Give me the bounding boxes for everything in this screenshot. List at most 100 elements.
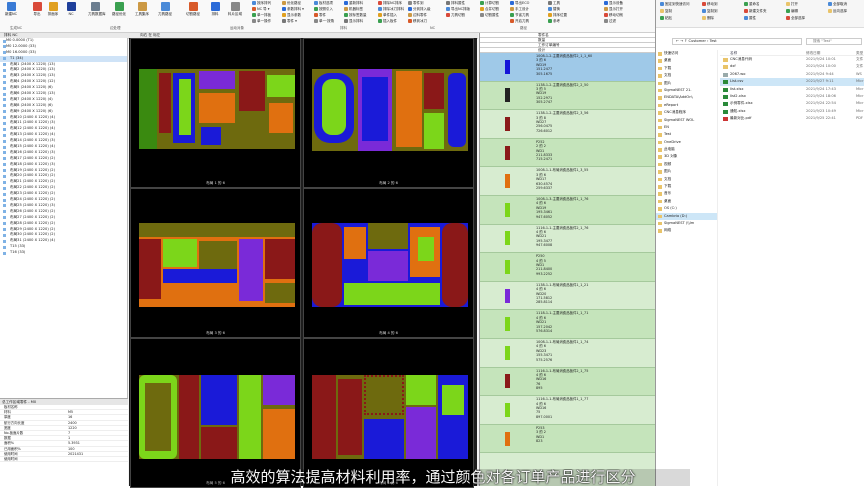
col-date[interactable]: 修改日期	[806, 50, 856, 55]
layout-cell-5[interactable]: 布局 5 的 6	[130, 338, 301, 488]
property-value[interactable]: 1220	[64, 426, 128, 430]
path-optimize-button[interactable]: 路径优化	[112, 2, 126, 20]
rib-small-28[interactable]: 合并切割	[480, 7, 499, 11]
explorer-ribbon-item[interactable]: 全部选择	[786, 16, 805, 20]
rib-small-29[interactable]: 切割属性	[480, 13, 499, 17]
rib-small-4[interactable]: 优化路径	[282, 1, 301, 5]
nav-item[interactable]: 3D 对象	[656, 153, 717, 160]
nav-item[interactable]: 音乐	[656, 190, 717, 197]
part-list-item[interactable]: P250 4 的 5 WD1 211.8400 993.2252	[480, 253, 655, 282]
layout-cell-1[interactable]: 布局 1 的 6	[130, 38, 301, 188]
part-list-item[interactable]: 1138-1-1-布局消费品板件1_1_21 4 的 6 WD20 171.5812 2…	[480, 282, 655, 311]
nav-item[interactable]: 文档	[656, 176, 717, 183]
part-list-item[interactable]: 1138-1-2-主要消费品板件2_3_56 3 的 8 WD27 256.0475 7…	[480, 110, 655, 139]
col-type[interactable]: 类型	[856, 50, 864, 55]
rib-small-18[interactable]: 单件插入	[378, 13, 397, 17]
file-list[interactable]: 名称 修改日期 类型 CNC消息代码 2021/9/24 10:01 文件 dxf 20…	[720, 50, 864, 170]
rib-small-6[interactable]: 显示参数	[282, 13, 301, 17]
rib-small-27[interactable]: 计算切割	[480, 1, 499, 5]
layout-cell-3[interactable]: 布局 3 的 6	[130, 188, 301, 338]
rib-small-20[interactable]: 零件到	[408, 1, 424, 5]
rib-small-24[interactable]: 排料属性	[446, 1, 465, 5]
property-value[interactable]: 16	[64, 415, 128, 419]
file-row[interactable]: 示例零件.xlsx 2021/9/24 22:54 Micr	[720, 100, 864, 107]
nav-item[interactable]: SigmaNEST WOL	[656, 117, 717, 124]
explorer-ribbon-item[interactable]: 属性	[744, 16, 756, 20]
rib-small-35[interactable]: 替换	[548, 7, 560, 11]
rib-small-0[interactable]: 按序排列	[252, 1, 271, 5]
rib-small-40[interactable]: 移动切削	[604, 13, 623, 17]
rib-small-10[interactable]: 零件	[314, 13, 326, 17]
cut-path-button[interactable]: 切割路径	[186, 2, 200, 20]
rib-small-21[interactable]: 分到排入级	[408, 7, 431, 11]
new-nc-button[interactable]: 新建NC	[4, 2, 18, 20]
region-button[interactable]: 料片区域	[228, 2, 242, 20]
explorer-ribbon-item[interactable]: 新建文件夹	[744, 9, 767, 13]
explorer-ribbon-item[interactable]: 复制	[660, 9, 672, 13]
rib-small-9[interactable]: 按照引入	[314, 7, 333, 11]
rib-small-22[interactable]: 边料零件	[408, 13, 427, 17]
rib-small-1[interactable]: NC 导 ▾	[252, 7, 270, 11]
nav-item[interactable]: 快速访问	[656, 50, 717, 57]
part-list-item[interactable]: P252 2 的 2 WD1 211.8333 715.2471	[480, 138, 655, 168]
parts-list[interactable]: 零件名 数量 工作订单编号 设计 1008-1-2-主要消费品板件2_1_1_6…	[479, 33, 655, 486]
layout-cell-4[interactable]: 布局 4 的 6	[303, 188, 474, 338]
part-list-item[interactable]: 1116-1-1-布局消费品板件2_1_75 4 的 6 WD16 76 895	[480, 367, 655, 397]
file-row[interactable]: 通知.xlsx 2021/9/23 10:49 Micr	[720, 108, 864, 115]
rib-small-25[interactable]: 导出NC排版	[446, 7, 470, 11]
nav-item[interactable]: 视频	[656, 161, 717, 168]
part-list-item[interactable]: 1008-1-2-主要消费品板件2_1_1_60 3 的 6 WD19 151.247…	[480, 53, 655, 82]
search-box[interactable]: 搜索 "Test"	[806, 38, 862, 45]
tool-set-button[interactable]: 工具集序	[135, 2, 149, 20]
property-value[interactable]	[64, 457, 128, 461]
property-value[interactable]: 2021431	[64, 452, 128, 456]
file-row[interactable]: list2.xlsx 2021/9/24 18:06 Micr	[720, 93, 864, 100]
nav-item[interactable]: OneDrive	[656, 139, 717, 146]
explorer-ribbon-item[interactable]: 重命名	[744, 2, 760, 6]
nav-item[interactable]: EN	[656, 124, 717, 131]
nav-item[interactable]: SigmaNEST 21.	[656, 87, 717, 94]
property-value[interactable]: 1	[64, 436, 128, 440]
rib-small-30[interactable]: 导出ECO	[510, 1, 529, 5]
property-value[interactable]: 2400	[64, 421, 128, 425]
rib-small-16[interactable]: 排除NC排序	[378, 1, 402, 5]
nav-item[interactable]: 此电脑	[656, 146, 717, 153]
file-row[interactable]: 2067.wo 2021/9/24 9:44 WS	[720, 71, 864, 78]
part-list-item[interactable]: P253 3 的 2 WD1 823	[480, 424, 655, 454]
col-name[interactable]: 名称	[720, 50, 806, 55]
part-list-item[interactable]: 1116-1-1-布局消费品板件1_1_77 4 的 6 WD16 75 897.000…	[480, 396, 655, 425]
rib-small-12[interactable]: 重新排料	[344, 1, 363, 5]
nav-item[interactable]: eReport	[656, 102, 717, 109]
rib-small-11[interactable]: 单一·按角	[314, 19, 334, 23]
navigation-pane[interactable]: 快速访问 桌面 下载 文档 图片 SigmaNEST 21. ENDATA\AddOn\ eR…	[656, 50, 718, 486]
layout-cell-2[interactable]: 布局 2 的 6	[303, 38, 474, 188]
nesting-button[interactable]: 排料	[208, 2, 222, 20]
file-row[interactable]: dxf 2021/9/24 10:00 文件	[720, 63, 864, 70]
explorer-ribbon-item[interactable]: 粘贴	[660, 16, 672, 20]
rib-small-26[interactable]: 刀具切割	[446, 13, 465, 17]
file-row[interactable]: CNC消息代码 2021/9/24 10:01 文件	[720, 56, 864, 63]
nav-item[interactable]: 图片	[656, 168, 717, 175]
explorer-ribbon-item[interactable]: 全部取消	[828, 2, 847, 6]
address-bar[interactable]: ← → ↑ Customer › Test	[672, 38, 802, 45]
rib-small-39[interactable]: 显示打开	[604, 7, 623, 11]
part-list-item[interactable]: 1116-1-1-主要消费品板件2_1_76 4 的 6 WD21 195.3477 9…	[480, 225, 655, 254]
explorer-ribbon-item[interactable]: 移动到	[702, 2, 718, 6]
part-list-item[interactable]: 1008-1-3-主要消费品板件1_1_76 4 的 6 WD19 195.3461 9…	[480, 195, 655, 225]
file-row[interactable]: list.xlsx 2021/9/24 17:43 Micr	[720, 86, 864, 93]
explorer-ribbon-item[interactable]: 删除	[702, 16, 714, 20]
explorer-ribbon-item[interactable]: 打开	[786, 2, 798, 6]
file-row[interactable]: List.csv 2021/9/27 9:11 Micr	[720, 78, 864, 86]
nav-item[interactable]: 桌面	[656, 198, 717, 205]
nav-item[interactable]: Test	[656, 131, 717, 138]
nav-item[interactable]: 图片	[656, 80, 717, 87]
nav-item[interactable]: 桌面	[656, 57, 717, 64]
explorer-ribbon-item[interactable]: 编辑	[786, 9, 798, 13]
part-list-item[interactable]: 1008-1-1-布局消费品板件1_1_74 4 的 6 WD23 155.3471 5…	[480, 339, 655, 368]
rib-small-13[interactable]: 机器标签	[344, 7, 363, 11]
rib-small-15[interactable]: 显示排料	[344, 19, 363, 23]
property-value[interactable]	[64, 405, 128, 409]
file-row[interactable]: 最新对比.pdf 2021/9/25 22:41 PDF	[720, 115, 864, 122]
property-value[interactable]: M5	[64, 410, 128, 414]
nest-tree[interactable]: M0 0.0000 (T1) M0 12.0000 (33) M0 16.0000 …	[0, 38, 128, 398]
